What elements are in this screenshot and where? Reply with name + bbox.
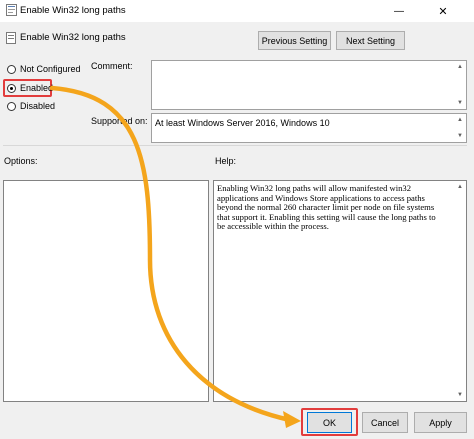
apply-button[interactable]: Apply — [414, 412, 467, 433]
comment-field[interactable]: ▲ ▼ — [151, 60, 467, 110]
scroll-down-icon[interactable]: ▼ — [455, 390, 465, 400]
options-pane — [3, 180, 209, 402]
radio-disabled[interactable]: Disabled — [7, 101, 55, 111]
help-label: Help: — [215, 156, 237, 166]
supported-on-field: At least Windows Server 2016, Windows 10… — [151, 113, 467, 143]
section-divider — [3, 145, 467, 146]
radio-not-configured[interactable]: Not Configured — [7, 64, 81, 74]
supported-on-label: Supported on: — [91, 116, 148, 126]
options-label: Options: — [4, 156, 38, 166]
help-line: be accessible within the process. — [217, 221, 329, 232]
radio-label: Not Configured — [20, 64, 81, 74]
scroll-up-icon[interactable]: ▲ — [455, 62, 465, 72]
help-pane: Enabling Win32 long paths will allow man… — [213, 180, 467, 402]
cancel-button[interactable]: Cancel — [362, 412, 408, 433]
next-setting-button[interactable]: Next Setting — [336, 31, 405, 50]
scroll-down-icon[interactable]: ▼ — [455, 98, 465, 108]
radio-button[interactable] — [7, 101, 16, 111]
close-button[interactable]: ✕ — [428, 0, 458, 22]
radio-button-selected[interactable] — [7, 83, 16, 93]
scroll-down-icon[interactable]: ▼ — [455, 131, 465, 141]
comment-label: Comment: — [91, 61, 133, 71]
ok-button[interactable]: OK — [307, 412, 352, 433]
radio-enabled[interactable]: Enabled — [7, 83, 53, 93]
help-text: Enabling Win32 long paths will allow man… — [217, 183, 452, 232]
policy-editor-dialog: Enable Win32 long paths — ✕ Enable Win32… — [0, 0, 474, 439]
supported-on-value: At least Windows Server 2016, Windows 10 — [155, 118, 330, 128]
previous-setting-button[interactable]: Previous Setting — [258, 31, 331, 50]
policy-document-icon — [6, 4, 17, 16]
close-icon: ✕ — [438, 5, 448, 18]
minimize-button[interactable]: — — [384, 0, 414, 22]
minimize-icon: — — [394, 5, 404, 17]
radio-button[interactable] — [7, 64, 16, 74]
radio-label: Disabled — [20, 101, 56, 111]
radio-label: Enabled — [20, 83, 54, 93]
title-bar: Enable Win32 long paths — ✕ — [0, 0, 474, 22]
scroll-up-icon[interactable]: ▲ — [455, 115, 465, 125]
scroll-up-icon[interactable]: ▲ — [455, 182, 465, 192]
policy-setting-icon — [6, 32, 16, 44]
window-title: Enable Win32 long paths — [20, 5, 126, 16]
policy-name: Enable Win32 long paths — [20, 32, 126, 43]
